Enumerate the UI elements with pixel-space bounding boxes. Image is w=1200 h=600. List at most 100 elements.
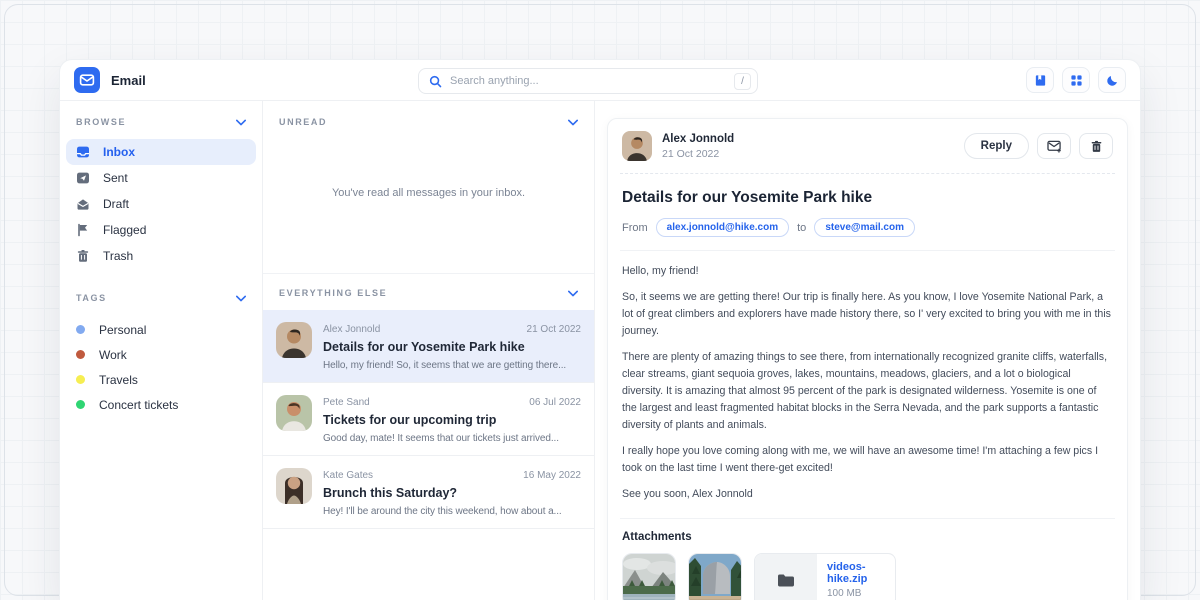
body-paragraph: So, it seems we are getting there! Our t… bbox=[622, 289, 1113, 340]
tag-item-personal[interactable]: Personal bbox=[76, 317, 246, 342]
chevron-down-icon[interactable] bbox=[236, 295, 246, 302]
book-button[interactable] bbox=[1026, 67, 1054, 93]
tag-color-dot bbox=[76, 350, 85, 359]
draft-icon bbox=[76, 197, 90, 211]
mail-date: 06 Jul 2022 bbox=[529, 397, 581, 408]
chevron-down-icon[interactable] bbox=[568, 290, 578, 297]
sidebar-item-trash[interactable]: Trash bbox=[66, 243, 256, 269]
delete-mail-button[interactable] bbox=[1079, 133, 1113, 159]
mail-subject: Brunch this Saturday? bbox=[323, 486, 581, 500]
from-address-pill[interactable]: alex.jonnold@hike.com bbox=[656, 218, 789, 237]
inbox-icon bbox=[76, 145, 90, 159]
brand: Email bbox=[74, 67, 146, 93]
mail-plus-icon bbox=[1047, 140, 1062, 153]
file-size: 100 MB bbox=[827, 588, 895, 599]
mail-date: 16 May 2022 bbox=[523, 470, 581, 481]
to-address-pill[interactable]: steve@mail.com bbox=[814, 218, 915, 237]
mail-date: 21 Oct 2022 bbox=[527, 324, 581, 335]
tags-section-label: TAGS bbox=[76, 293, 107, 303]
mail-sender: Pete Sand bbox=[323, 397, 370, 408]
detail-sender-name: Alex Jonnold bbox=[662, 133, 734, 145]
sidebar-item-draft[interactable]: Draft bbox=[66, 191, 256, 217]
sidebar: BROWSE Inbox Sent Draft bbox=[60, 101, 263, 600]
tags-section-header[interactable]: TAGS bbox=[76, 293, 246, 303]
detail-sender-block: Alex Jonnold 21 Oct 2022 bbox=[662, 133, 734, 160]
search-bar[interactable]: / bbox=[418, 68, 758, 94]
unread-empty-message: You've read all messages in your inbox. bbox=[263, 127, 594, 259]
from-label: From bbox=[622, 222, 648, 234]
mail-preview: Hello, my friend! So, it seems that we a… bbox=[323, 360, 581, 371]
attachment-file-card[interactable]: videos-hike.zip 100 MB bbox=[754, 553, 896, 600]
mail-subject: Details for our Yosemite Park hike bbox=[323, 340, 581, 354]
file-icon-box bbox=[755, 554, 817, 600]
tag-color-dot bbox=[76, 375, 85, 384]
tag-item-work[interactable]: Work bbox=[76, 342, 246, 367]
reply-button[interactable]: Reply bbox=[964, 133, 1029, 159]
trash-icon bbox=[76, 249, 90, 263]
mail-list-item[interactable]: Pete Sand 06 Jul 2022 Tickets for our up… bbox=[263, 383, 594, 456]
avatar bbox=[276, 395, 312, 431]
app-body: BROWSE Inbox Sent Draft bbox=[60, 101, 1140, 600]
dark-mode-button[interactable] bbox=[1098, 67, 1126, 93]
chevron-down-icon[interactable] bbox=[236, 119, 246, 126]
tag-label: Concert tickets bbox=[99, 398, 178, 412]
email-logo-icon bbox=[74, 67, 100, 93]
mail-preview: Hey! I'll be around the city this weeken… bbox=[323, 506, 581, 517]
sidebar-item-inbox[interactable]: Inbox bbox=[66, 139, 256, 165]
book-icon bbox=[1034, 74, 1047, 87]
tag-item-concert-tickets[interactable]: Concert tickets bbox=[76, 392, 246, 417]
mail-preview: Good day, mate! It seems that our ticket… bbox=[323, 433, 581, 444]
sidebar-item-label: Inbox bbox=[103, 145, 135, 159]
search-icon bbox=[429, 75, 442, 88]
sidebar-item-label: Flagged bbox=[103, 223, 146, 237]
message-list-column: UNREAD You've read all messages in your … bbox=[263, 101, 595, 600]
unread-section-header[interactable]: UNREAD bbox=[263, 101, 594, 127]
folder-icon bbox=[777, 573, 795, 588]
dark-mode-moon-icon bbox=[1106, 74, 1119, 87]
tag-item-travels[interactable]: Travels bbox=[76, 367, 246, 392]
everything-else-section: EVERYTHING ELSE Alex Jonnold 21 Oct 2022 bbox=[263, 273, 594, 529]
app-header: Email / bbox=[60, 60, 1140, 101]
search-input[interactable] bbox=[450, 75, 734, 87]
mail-detail-column: Alex Jonnold 21 Oct 2022 Reply bbox=[595, 101, 1140, 600]
tag-label: Personal bbox=[99, 323, 146, 337]
body-paragraph: There are plenty of amazing things to se… bbox=[622, 349, 1113, 434]
everything-else-section-header[interactable]: EVERYTHING ELSE bbox=[263, 274, 594, 310]
email-app-window: Email / bbox=[60, 60, 1140, 600]
apps-grid-button[interactable] bbox=[1062, 67, 1090, 93]
mail-body: Hello, my friend! So, it seems we are ge… bbox=[620, 251, 1115, 519]
avatar bbox=[622, 131, 652, 161]
sidebar-item-flagged[interactable]: Flagged bbox=[66, 217, 256, 243]
attachments-label: Attachments bbox=[622, 531, 1113, 543]
mail-list-item[interactable]: Kate Gates 16 May 2022 Brunch this Satur… bbox=[263, 456, 594, 529]
sidebar-item-label: Trash bbox=[103, 249, 133, 263]
detail-date: 21 Oct 2022 bbox=[662, 148, 734, 160]
file-meta: videos-hike.zip 100 MB bbox=[817, 554, 895, 600]
tag-color-dot bbox=[76, 325, 85, 334]
tag-label: Travels bbox=[99, 373, 138, 387]
browse-section-header[interactable]: BROWSE bbox=[76, 117, 246, 127]
avatar bbox=[276, 322, 312, 358]
browse-nav: Inbox Sent Draft Flagged bbox=[66, 139, 256, 269]
mail-sender: Kate Gates bbox=[323, 470, 373, 481]
mail-detail-card: Alex Jonnold 21 Oct 2022 Reply bbox=[607, 118, 1128, 600]
forward-mail-button[interactable] bbox=[1037, 133, 1071, 159]
attachment-photo-valley[interactable] bbox=[622, 553, 676, 600]
chevron-down-icon[interactable] bbox=[568, 119, 578, 126]
detail-subject: Details for our Yosemite Park hike bbox=[622, 189, 1113, 207]
sidebar-item-sent[interactable]: Sent bbox=[66, 165, 256, 191]
detail-actions: Reply bbox=[964, 133, 1113, 159]
sent-icon bbox=[76, 171, 90, 185]
apps-grid-icon bbox=[1070, 74, 1083, 87]
app-title: Email bbox=[111, 73, 146, 88]
mail-list-item[interactable]: Alex Jonnold 21 Oct 2022 Details for our… bbox=[263, 310, 594, 383]
avatar bbox=[276, 468, 312, 504]
mail-item-content: Alex Jonnold 21 Oct 2022 Details for our… bbox=[323, 322, 581, 371]
mail-item-content: Kate Gates 16 May 2022 Brunch this Satur… bbox=[323, 468, 581, 517]
body-paragraph: Hello, my friend! bbox=[622, 263, 1113, 280]
browse-section-label: BROWSE bbox=[76, 117, 126, 127]
attachments-row: videos-hike.zip 100 MB bbox=[620, 553, 1115, 600]
attachment-photo-half-dome[interactable] bbox=[688, 553, 742, 600]
file-name-link[interactable]: videos-hike.zip bbox=[827, 561, 895, 585]
search-shortcut-badge: / bbox=[734, 73, 751, 90]
